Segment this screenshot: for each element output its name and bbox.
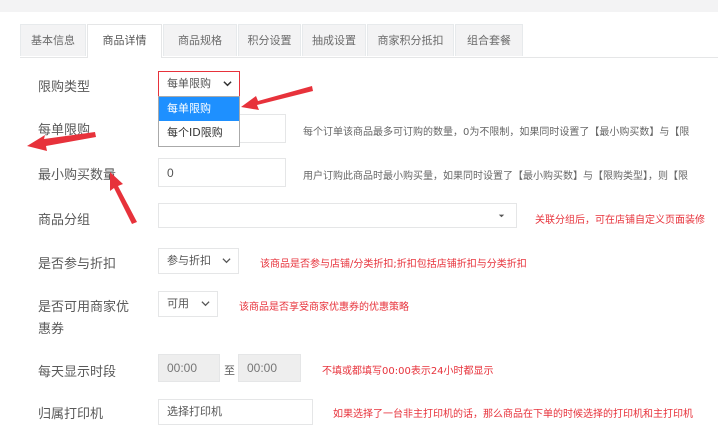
printer-value: 选择打印机 [167, 405, 222, 418]
tab-product-specs[interactable]: 商品规格 [163, 24, 237, 56]
per-order-limit-label: 每单限购 [38, 123, 91, 138]
chevron-down-icon [222, 258, 231, 264]
time-separator: 至 [224, 364, 235, 377]
limit-type-option-per-order[interactable]: 每单限购 [159, 97, 239, 121]
limit-type-select[interactable]: 每单限购 [158, 71, 240, 97]
tab-bar: 基本信息 商品详情 商品规格 积分设置 抽成设置 商家积分抵扣 组合套餐 [20, 24, 718, 58]
limit-type-dropdown: 每单限购 每个ID限购 [158, 96, 240, 147]
coupon-label-line1: 是否可用商家优 [38, 300, 130, 315]
tab-commission-settings[interactable]: 抽成设置 [302, 24, 366, 56]
annotation-arrow-dropdown [241, 86, 313, 110]
limit-type-label: 限购类型 [38, 80, 91, 95]
min-buy-input[interactable] [158, 158, 286, 187]
discount-select[interactable]: 参与折扣 [158, 248, 239, 274]
coupon-label-line2: 惠券 [38, 322, 65, 337]
coupon-value: 可用 [167, 297, 189, 310]
time-label: 每天显示时段 [38, 365, 117, 380]
tab-combo-package[interactable]: 组合套餐 [455, 24, 523, 56]
min-buy-help: 用户订购此商品时最小购买量，如果同时设置了【最小购买数】与【限购类型】，则【限 [303, 171, 688, 182]
coupon-warning: 该商品是否享受商家优惠券的优惠策略 [239, 302, 409, 313]
tab-basic-info[interactable]: 基本信息 [20, 24, 86, 56]
chevron-down-icon [223, 81, 232, 87]
tab-points-settings[interactable]: 积分设置 [238, 24, 301, 56]
time-start-input[interactable] [158, 354, 220, 382]
time-end-input[interactable] [238, 354, 301, 382]
limit-type-value: 每单限购 [167, 77, 211, 90]
category-select[interactable] [158, 203, 517, 228]
category-warning: 关联分组后，可在店铺自定义页面装修 [535, 215, 705, 226]
printer-select[interactable]: 选择打印机 [158, 399, 313, 425]
min-buy-label: 最小购买数量 [38, 168, 117, 183]
tab-product-details[interactable]: 商品详情 [87, 24, 162, 58]
discount-value: 参与折扣 [167, 254, 211, 267]
per-order-limit-help: 每个订单该商品最多可订购的数量，0为不限制，如果同时设置了【最小购买数】与【限 [303, 127, 690, 138]
limit-type-option-per-id[interactable]: 每个ID限购 [159, 121, 239, 145]
top-strip [0, 0, 718, 12]
discount-warning: 该商品是否参与店铺/分类折扣;折扣包括店铺折扣与分类折扣 [260, 259, 527, 270]
category-label: 商品分组 [38, 213, 91, 228]
coupon-select[interactable]: 可用 [158, 291, 218, 317]
caret-down-icon [498, 214, 505, 217]
tab-merchant-points-deduction[interactable]: 商家积分抵扣 [367, 24, 454, 56]
chevron-down-icon [201, 301, 210, 307]
time-warning: 不填或都填写00:00表示24小时都显示 [322, 366, 494, 377]
discount-label: 是否参与折扣 [38, 257, 117, 272]
